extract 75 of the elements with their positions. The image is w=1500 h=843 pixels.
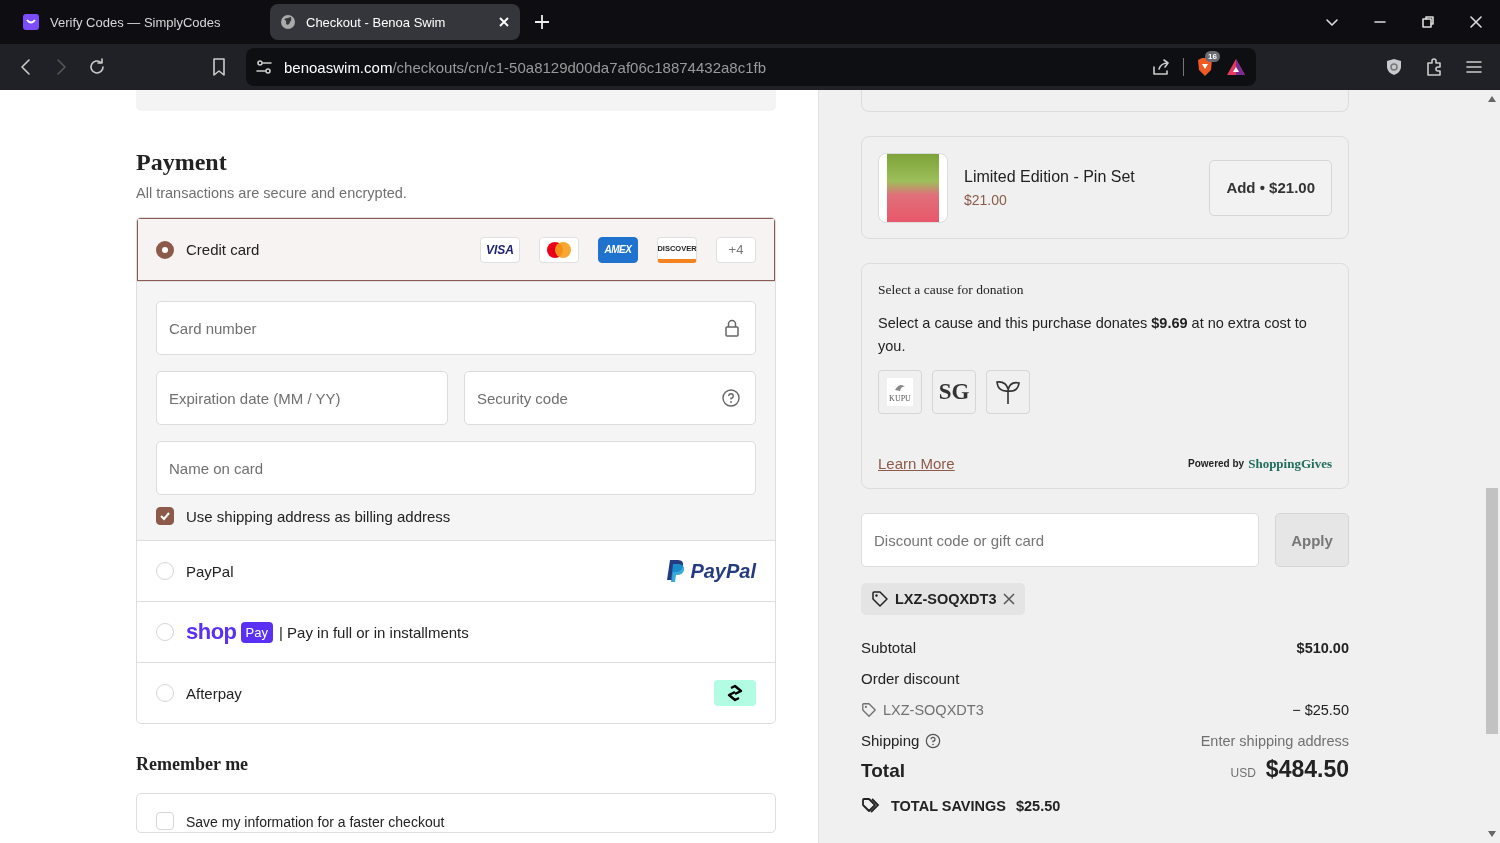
- overlapping-circles-icon: [545, 240, 573, 259]
- share-icon[interactable]: [1151, 57, 1171, 77]
- tag-icon: [871, 590, 889, 608]
- scroll-up-arrow-icon[interactable]: [1488, 96, 1496, 102]
- savings-value: $25.50: [1015, 798, 1061, 814]
- browser-tab[interactable]: Verify Codes — SimplyCodes: [12, 4, 262, 40]
- discount-field[interactable]: Discount code or gift card: [861, 513, 1259, 567]
- photo-placeholder: [887, 153, 939, 222]
- paypal-logo: PayPal: [690, 559, 756, 583]
- browser-tab[interactable]: Checkout - Benoa Swim: [270, 4, 520, 40]
- section-heading: Payment: [136, 149, 227, 176]
- more-brands-count: +4: [716, 236, 756, 263]
- p-monogram-icon: [666, 559, 687, 583]
- help-icon: [722, 389, 740, 407]
- kupu-logo: KUPU: [889, 394, 911, 403]
- lock-icon: [724, 319, 740, 337]
- input-field[interactable]: Security code: [464, 371, 756, 425]
- globe-icon: [280, 14, 296, 30]
- learn-more-link[interactable]: Learn More: [878, 455, 955, 472]
- pay-badge: Pay: [240, 621, 273, 643]
- product-name: Limited Edition - Pin Set: [964, 167, 1136, 186]
- checkbox[interactable]: [156, 507, 174, 525]
- new-tab-plus-icon[interactable]: [534, 14, 550, 30]
- scrollbar-thumb[interactable]: [1486, 488, 1498, 734]
- product-price: $21.00: [964, 191, 1008, 208]
- discount-code: LXZ-SOQXDT3: [883, 701, 984, 718]
- help-icon[interactable]: [925, 732, 942, 749]
- simplycodes-logo-icon: [22, 13, 40, 31]
- secure-note: All transactions are secure and encrypted.: [136, 185, 407, 201]
- payment-option[interactable]: shop Pay | Pay in full or in installments: [137, 601, 775, 662]
- summary-label: Order discount: [861, 670, 960, 687]
- powered-by-text: Powered by: [1188, 458, 1245, 469]
- discount-code-chip: LXZ-SOQXDT3: [861, 583, 1025, 615]
- savings-label: TOTAL SAVINGS: [891, 798, 1006, 814]
- card-brand-logo: AMEX: [598, 236, 638, 263]
- donation-title: Select a cause for donation: [878, 282, 1024, 297]
- apply-button[interactable]: Apply: [1275, 513, 1349, 567]
- currency-code: USD: [1230, 766, 1256, 780]
- cause-option[interactable]: SG: [932, 370, 976, 414]
- puzzle-icon[interactable]: [1424, 57, 1444, 77]
- notification-badge: 16: [1205, 51, 1220, 62]
- total-value: $484.50: [1265, 756, 1349, 783]
- cause-option[interactable]: [986, 370, 1030, 414]
- card-brand-logo: VISA: [480, 236, 520, 263]
- radio-button[interactable]: [156, 240, 174, 259]
- summary-label: Subtotal: [861, 639, 917, 656]
- summary-value: − $25.50: [1292, 701, 1349, 718]
- checkbox-label: Save my information for a faster checkout: [186, 814, 445, 830]
- payment-option[interactable]: Afterpay: [137, 662, 775, 723]
- afterpay-logo: [714, 680, 756, 706]
- donation-description: Select a cause and this purchase donates $9.69 at no extra cost to you.: [878, 314, 1308, 356]
- triangle-icon[interactable]: [1226, 58, 1246, 76]
- section-heading: Remember me: [136, 754, 249, 775]
- payment-option[interactable]: PayPal PayPal: [137, 540, 775, 601]
- remove-icon[interactable]: [1002, 593, 1015, 605]
- summary-value: Enter shipping address: [1200, 732, 1349, 749]
- cause-option[interactable]: KUPU: [878, 370, 922, 414]
- add-button[interactable]: Add • $21.00: [1209, 159, 1332, 216]
- input-field[interactable]: Name on card: [156, 441, 756, 495]
- shoppinggives-logo: ShoppingGives: [1248, 455, 1332, 472]
- site-settings-icon[interactable]: [256, 59, 272, 75]
- scroll-down-arrow-icon[interactable]: [1488, 831, 1496, 837]
- total-label: Total: [861, 760, 905, 782]
- input-field[interactable]: Expiration date (MM / YY): [156, 371, 448, 425]
- shield-icon[interactable]: [1384, 57, 1404, 77]
- checkbox-label: Use shipping address as billing address: [186, 507, 451, 525]
- summary-value: $510.00: [1296, 639, 1349, 656]
- tags-icon: [861, 797, 881, 815]
- address-bar-url[interactable]: benoaswim.com/checkouts/cn/c1-50a8129d00da7af06c18874432a8c1fb: [284, 58, 1139, 76]
- summary-label: Shipping: [861, 732, 920, 749]
- checkmark-icon: [159, 510, 171, 522]
- shop-logo: shop: [186, 621, 237, 643]
- close-icon[interactable]: [498, 16, 510, 28]
- tag-icon: [861, 701, 877, 718]
- input-field[interactable]: Card number: [156, 301, 756, 355]
